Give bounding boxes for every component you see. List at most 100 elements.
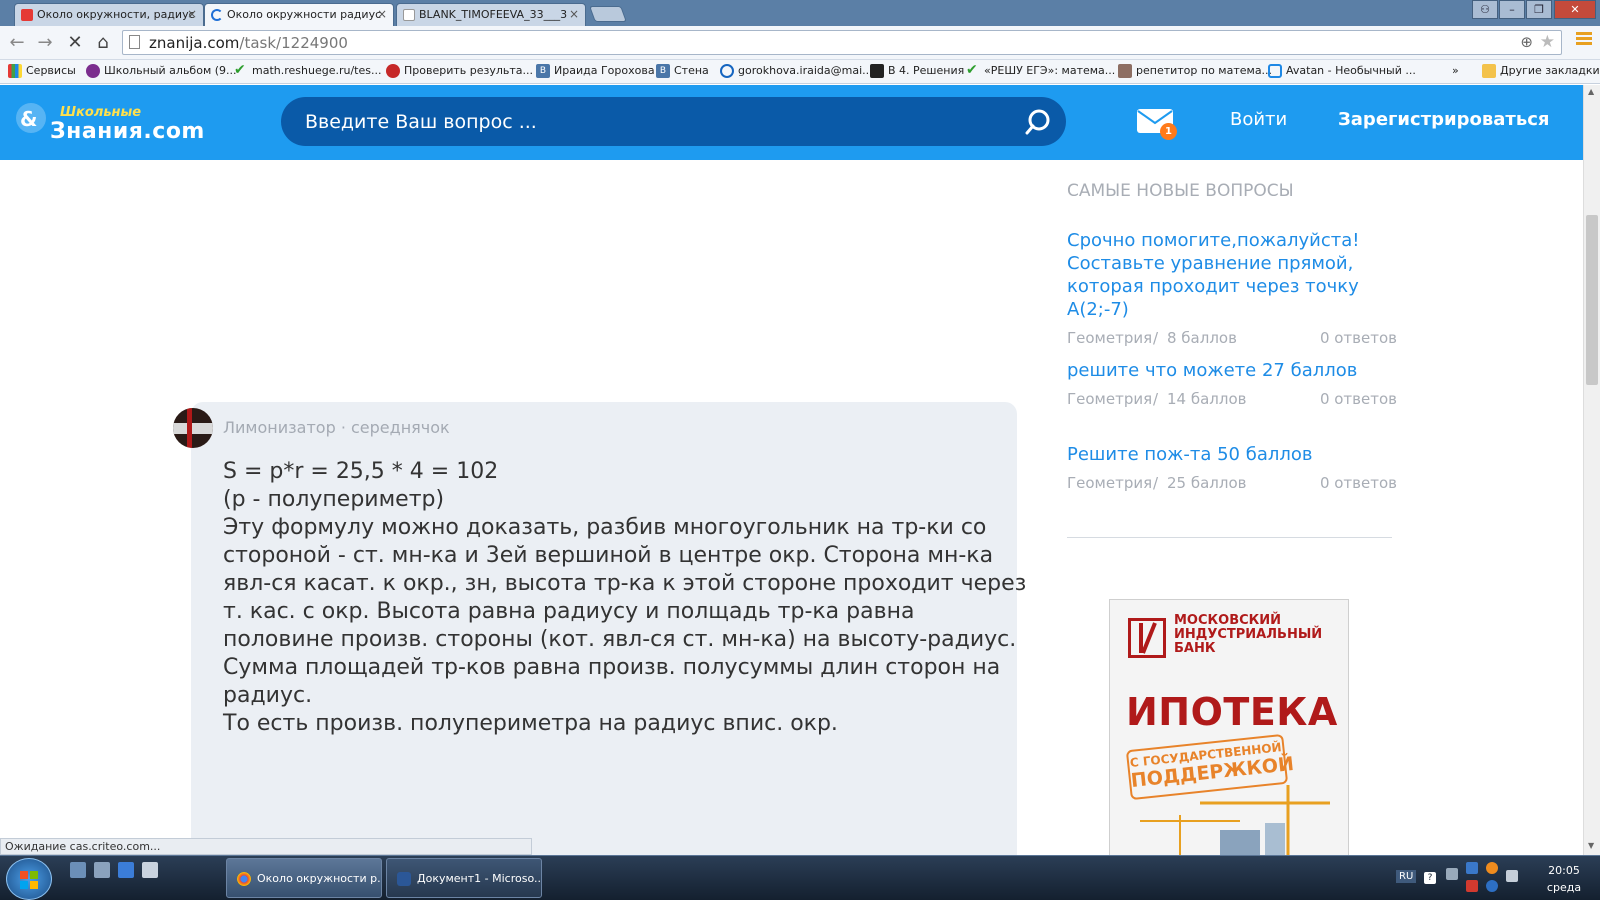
question-link[interactable]: Срочно помогите,пожалуйста! Составьте ур… bbox=[1067, 229, 1397, 321]
question-answers-count: 0 ответов bbox=[1319, 474, 1397, 492]
bookmark-item[interactable]: gorokhova.iraida@mai... bbox=[720, 64, 873, 78]
answer-line: Эту формулу можно доказать, разбив много… bbox=[223, 515, 987, 540]
question-search bbox=[281, 97, 1066, 146]
sidebar-divider bbox=[1067, 537, 1392, 538]
register-link[interactable]: Зарегистрироваться bbox=[1338, 109, 1549, 130]
question-item: Срочно помогите,пожалуйста! Составьте ур… bbox=[1067, 229, 1397, 349]
back-arrow-icon[interactable]: ← bbox=[6, 32, 28, 53]
bookmark-label: math.reshuege.ru/tes... bbox=[252, 64, 382, 77]
tray-app-icon[interactable] bbox=[1466, 862, 1478, 874]
browser-tab-1[interactable]: Около окружности, радиус × bbox=[14, 3, 204, 26]
vk-icon: В bbox=[536, 64, 550, 78]
question-subject[interactable]: Геометрия bbox=[1067, 329, 1152, 347]
bookmark-item[interactable]: В Стена bbox=[656, 64, 709, 78]
home-icon[interactable]: ⌂ bbox=[92, 32, 114, 53]
bank-name: МОСКОВСКИЙ ИНДУСТРИАЛЬНЫЙ БАНК bbox=[1174, 614, 1322, 656]
mail-at-icon bbox=[720, 64, 734, 78]
checkmark-icon: ✔ bbox=[966, 62, 978, 78]
messages-button[interactable]: 1 bbox=[1136, 107, 1177, 140]
ad-banner[interactable]: МОСКОВСКИЙ ИНДУСТРИАЛЬНЫЙ БАНК ИПОТЕКА С… bbox=[1109, 599, 1349, 855]
forward-arrow-icon[interactable]: → bbox=[34, 32, 56, 53]
other-bookmarks-folder[interactable]: Другие закладки bbox=[1482, 64, 1600, 78]
zoom-icon[interactable]: ⊕ bbox=[1520, 33, 1533, 51]
avatar[interactable] bbox=[173, 408, 213, 448]
taskbar-item-chrome[interactable]: Около окружности р... bbox=[226, 858, 382, 898]
bookmark-item[interactable]: В Ираида Горохова bbox=[536, 64, 655, 78]
network-icon[interactable] bbox=[1446, 868, 1458, 880]
bookmark-services[interactable]: Сервисы bbox=[8, 64, 76, 78]
bank-name-line: ИНДУСТРИАЛЬНЫЙ bbox=[1174, 627, 1323, 642]
more-bookmarks-chevron[interactable]: » bbox=[1452, 64, 1459, 77]
logo-small-text: Школьные bbox=[60, 105, 142, 120]
bookmark-item[interactable]: ✔ math.reshuege.ru/tes... bbox=[234, 63, 382, 77]
answer-line: т. кас. с окр. Высота равна радиусу и по… bbox=[223, 599, 915, 624]
explorer-icon[interactable] bbox=[118, 862, 134, 878]
document-icon[interactable] bbox=[142, 862, 158, 878]
volume-icon[interactable] bbox=[1506, 870, 1518, 882]
notification-badge: 1 bbox=[1160, 123, 1177, 140]
site-logo[interactable]: & Школьные Знания.com bbox=[14, 97, 204, 147]
bookmark-item[interactable]: Школьный альбом (9... bbox=[86, 64, 237, 78]
person-icon bbox=[1118, 64, 1132, 78]
answer-author[interactable]: Лимонизатор · середнячок bbox=[223, 418, 450, 437]
bookmark-label: gorokhova.iraida@mai... bbox=[738, 64, 873, 77]
question-title-line: Составьте уравнение прямой, bbox=[1067, 253, 1354, 274]
question-subject[interactable]: Геометрия bbox=[1067, 474, 1152, 492]
address-bar[interactable]: znanija.com/task/1224900 ⊕ ★ bbox=[122, 30, 1562, 55]
question-item: Решите пож-та 50 баллов Геометрия / 25 б… bbox=[1067, 443, 1397, 494]
restore-button[interactable]: ❐ bbox=[1526, 0, 1552, 19]
bookmark-star-icon[interactable]: ★ bbox=[1540, 32, 1555, 52]
browser-tab-2[interactable]: Около окружности радиус × bbox=[204, 3, 394, 26]
logo-big-text: Знания.com bbox=[50, 119, 205, 144]
start-button[interactable] bbox=[6, 858, 52, 900]
chrome-menu-icon[interactable] bbox=[1576, 32, 1592, 48]
document-favicon-icon bbox=[403, 9, 415, 21]
close-tab-icon[interactable]: × bbox=[377, 7, 387, 21]
construction-cranes-icon bbox=[1140, 785, 1330, 855]
question-link[interactable]: Решите пож-та 50 баллов bbox=[1067, 443, 1397, 466]
url-path: /task/1224900 bbox=[239, 34, 348, 52]
question-title-line: Решите пож-та 50 баллов bbox=[1067, 444, 1313, 465]
tab-title: Около окружности радиус bbox=[227, 8, 382, 21]
page-viewport: & Школьные Знания.com 1 Войти Зарегистри… bbox=[0, 85, 1583, 855]
bookmark-item[interactable]: В 4. Решения bbox=[870, 64, 964, 78]
question-title-line: решите что можете 27 баллов bbox=[1067, 360, 1358, 381]
close-window-button[interactable]: ✕ bbox=[1554, 0, 1596, 19]
scroll-down-arrow-icon[interactable]: ▼ bbox=[1588, 841, 1594, 850]
scroll-up-arrow-icon[interactable]: ▲ bbox=[1588, 87, 1594, 96]
clock[interactable]: 20:05 среда bbox=[1536, 862, 1592, 896]
search-input[interactable] bbox=[305, 109, 985, 135]
bookmark-item[interactable]: Avatan - Необычный ... bbox=[1268, 64, 1416, 78]
bookmark-item[interactable]: репетитор по матема... bbox=[1118, 64, 1272, 78]
clock-day: среда bbox=[1546, 881, 1582, 894]
close-tab-icon[interactable]: × bbox=[569, 7, 579, 21]
language-indicator[interactable]: RU bbox=[1396, 870, 1417, 883]
meta-separator: / bbox=[1153, 474, 1159, 492]
stop-loading-icon[interactable]: ✕ bbox=[64, 32, 86, 53]
new-tab-button[interactable] bbox=[589, 6, 627, 22]
camera-icon bbox=[1268, 64, 1282, 78]
vertical-scrollbar[interactable]: ▲ ▼ bbox=[1583, 85, 1600, 855]
question-link[interactable]: решите что можете 27 баллов bbox=[1067, 359, 1397, 382]
switch-windows-icon[interactable] bbox=[94, 862, 110, 878]
apps-grid-icon bbox=[8, 64, 22, 78]
update-icon[interactable] bbox=[1486, 862, 1498, 874]
bookmark-item[interactable]: Проверить результа... bbox=[386, 64, 533, 78]
taskbar-item-word[interactable]: Документ1 - Microso... bbox=[386, 858, 542, 898]
vk-icon: В bbox=[656, 64, 670, 78]
show-desktop-icon[interactable] bbox=[70, 862, 86, 878]
minimize-button[interactable]: – bbox=[1499, 0, 1525, 19]
task-label: Документ1 - Microso... bbox=[417, 872, 542, 885]
close-tab-icon[interactable]: × bbox=[187, 7, 197, 21]
profile-icon[interactable]: ⚇ bbox=[1472, 0, 1498, 19]
antivirus-icon[interactable] bbox=[1466, 880, 1478, 892]
help-icon[interactable]: ? bbox=[1424, 872, 1436, 884]
skype-icon[interactable] bbox=[1486, 880, 1498, 892]
browser-tab-3[interactable]: BLANK_TIMOFEEVA_33___3 × bbox=[396, 3, 586, 26]
login-link[interactable]: Войти bbox=[1230, 109, 1287, 130]
bookmark-label: «РЕШУ ЕГЭ»: матема... bbox=[984, 64, 1116, 77]
bookmark-item[interactable]: ✔ «РЕШУ ЕГЭ»: матема... bbox=[966, 62, 1116, 78]
scrollbar-thumb[interactable] bbox=[1586, 215, 1598, 385]
search-icon[interactable] bbox=[1024, 108, 1052, 136]
question-subject[interactable]: Геометрия bbox=[1067, 390, 1152, 408]
